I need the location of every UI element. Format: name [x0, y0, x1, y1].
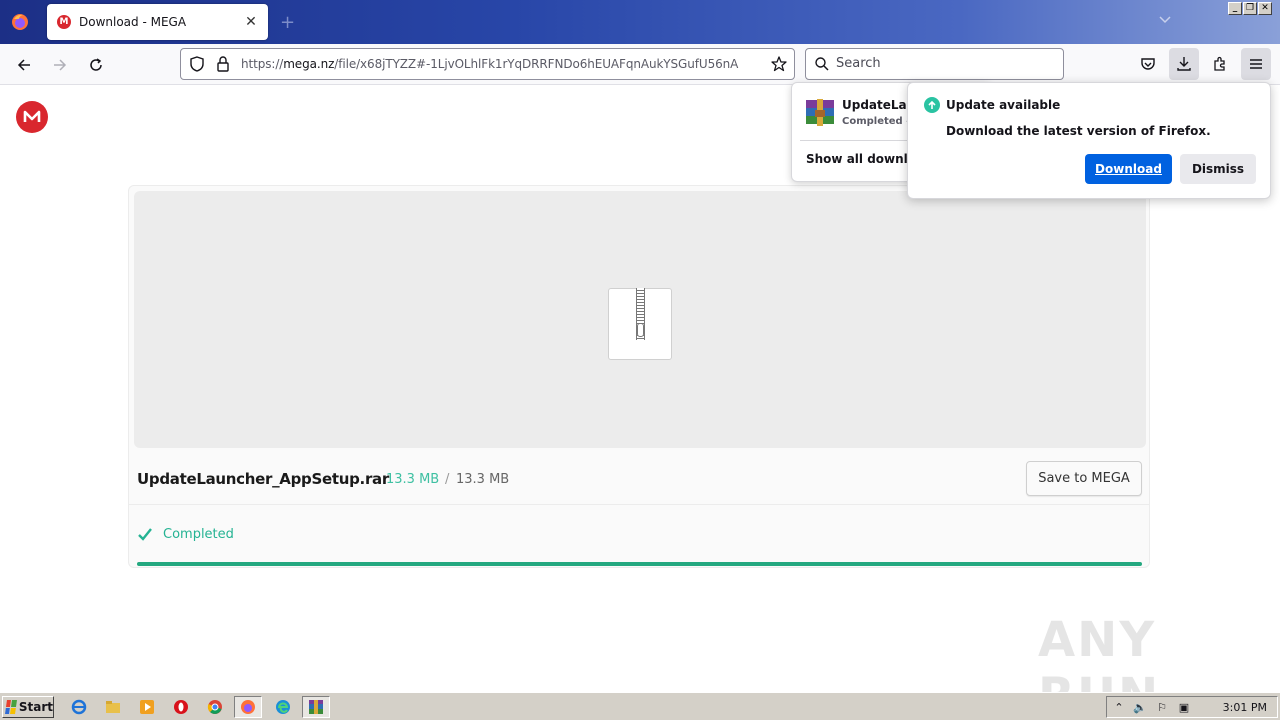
progress-fill	[137, 562, 1142, 566]
edge-icon[interactable]	[274, 698, 292, 716]
file-preview-area	[134, 191, 1146, 448]
downloaded-size: 13.3 MB	[386, 472, 440, 487]
show-hidden-icons-icon[interactable]: ⌃	[1112, 700, 1126, 714]
tracking-protection-shield-icon[interactable]	[188, 55, 206, 76]
search-bar[interactable]	[805, 48, 1064, 80]
download-item-status: Completed —	[842, 116, 917, 127]
tab-title: Download - MEGA	[79, 15, 187, 29]
update-download-button[interactable]: Download	[1085, 154, 1172, 184]
url-text: https://mega.nz/file/x68jTYZZ#-1LjvOLhlF…	[241, 57, 739, 71]
start-button[interactable]: Start	[2, 696, 54, 718]
window-controls: _ ❐ ✕	[1228, 2, 1272, 15]
tab-close-icon[interactable]: ✕	[243, 14, 259, 30]
update-arrow-icon	[924, 97, 940, 113]
tab-strip: M Download - MEGA ✕ + _ ❐ ✕	[0, 0, 1280, 44]
taskbar: Start ⌃ 🔈 ⚐ ▣ 3:01 PM	[0, 692, 1280, 720]
back-icon[interactable]	[13, 54, 35, 76]
update-title: Update available	[946, 98, 1061, 112]
reload-icon[interactable]	[85, 54, 107, 76]
firefox-taskbar-icon[interactable]	[234, 696, 262, 718]
internet-explorer-icon[interactable]	[70, 698, 88, 716]
app-menu-icon[interactable]	[1241, 48, 1271, 80]
mega-favicon-icon: M	[57, 15, 71, 29]
system-tray: ⌃ 🔈 ⚐ ▣ 3:01 PM	[1106, 696, 1278, 718]
update-available-panel: Update available Download the latest ver…	[907, 82, 1271, 199]
checkmark-icon	[138, 528, 152, 541]
winrar-taskbar-icon[interactable]	[302, 696, 330, 718]
update-description: Download the latest version of Firefox.	[946, 124, 1211, 138]
size-separator: /	[445, 472, 450, 487]
mega-logo-icon[interactable]	[16, 101, 48, 133]
clock: 3:01 PM	[1222, 701, 1267, 714]
media-player-icon[interactable]	[138, 698, 156, 716]
restore-icon[interactable]: ❐	[1243, 2, 1257, 15]
search-icon	[814, 56, 830, 75]
file-explorer-icon[interactable]	[104, 698, 122, 716]
opera-icon[interactable]	[172, 698, 190, 716]
download-status: Completed	[137, 526, 234, 542]
archive-file-icon	[608, 288, 672, 360]
list-all-tabs-icon[interactable]	[1158, 14, 1172, 28]
tab-download-mega[interactable]: M Download - MEGA ✕	[47, 4, 268, 40]
status-label: Completed	[163, 526, 234, 542]
network-icon[interactable]: ▣	[1177, 700, 1191, 714]
save-to-mega-button[interactable]: Save to MEGA	[1026, 461, 1142, 496]
firefox-icon[interactable]	[8, 10, 32, 34]
total-size: 13.3 MB	[456, 472, 510, 487]
download-progress-bar	[137, 562, 1142, 566]
bookmark-star-icon[interactable]	[770, 55, 788, 76]
forward-icon	[49, 54, 71, 76]
winrar-archive-icon	[806, 99, 834, 126]
action-center-flag-icon[interactable]: ⚐	[1155, 700, 1169, 714]
file-info-row: UpdateLauncher_AppSetup.rar 13.3 MB / 13…	[129, 453, 1149, 505]
chrome-icon[interactable]	[206, 698, 224, 716]
search-input[interactable]	[836, 56, 1036, 71]
url-bar[interactable]: https://mega.nz/file/x68jTYZZ#-1LjvOLhlF…	[180, 48, 795, 80]
update-dismiss-button[interactable]: Dismiss	[1180, 154, 1256, 184]
file-name: UpdateLauncher_AppSetup.rar	[137, 470, 389, 488]
extensions-icon[interactable]	[1205, 48, 1235, 80]
file-download-card: UpdateLauncher_AppSetup.rar 13.3 MB / 13…	[128, 185, 1150, 568]
volume-icon[interactable]: 🔈	[1133, 700, 1147, 714]
pocket-icon[interactable]	[1133, 48, 1163, 80]
lock-icon[interactable]	[215, 55, 231, 76]
new-tab-icon[interactable]: +	[280, 12, 295, 33]
minimize-icon[interactable]: _	[1228, 2, 1242, 15]
navigation-toolbar: https://mega.nz/file/x68jTYZZ#-1LjvOLhlF…	[0, 44, 1280, 85]
windows-flag-icon	[5, 700, 17, 714]
window-close-icon[interactable]: ✕	[1258, 2, 1272, 15]
downloads-icon[interactable]	[1169, 48, 1199, 80]
